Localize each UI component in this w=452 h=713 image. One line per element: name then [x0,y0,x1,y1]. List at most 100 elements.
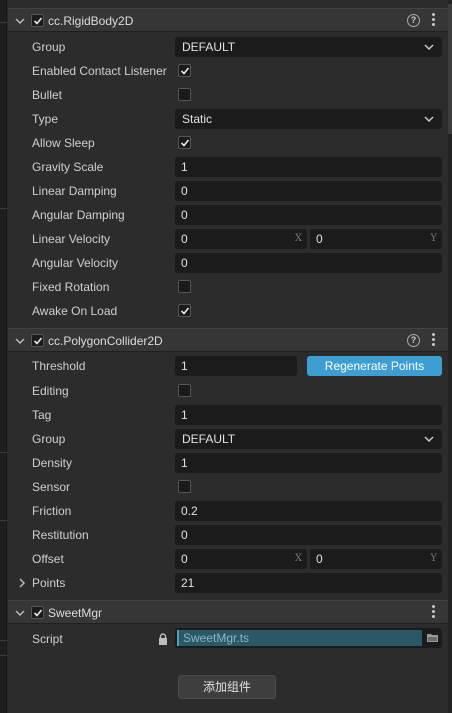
left-panel-edge [0,0,7,713]
vector-value: 0 [316,232,323,246]
row-angular-damping: Angular Damping 0 [8,203,448,227]
axis-label-x: X [294,553,302,564]
sensor-checkbox[interactable] [178,480,191,493]
group-select[interactable]: DEFAULT [175,429,442,449]
field-label: Linear Damping [32,184,117,198]
chevron-down-icon [424,436,434,443]
vector-value: 0 [316,552,323,566]
bullet-checkbox[interactable] [178,88,191,101]
angular-velocity-input[interactable]: 0 [175,253,442,273]
chevron-down-icon[interactable] [14,607,26,619]
field-label: Angular Damping [32,208,125,222]
points-count-input[interactable]: 21 [175,573,442,593]
field-label: Editing [32,384,69,398]
field-label: Gravity Scale [32,160,104,174]
chevron-down-icon [424,44,434,51]
row-density: Density 1 [8,451,448,475]
check-icon [33,337,43,345]
allow-sleep-checkbox[interactable] [178,136,191,149]
rigidbody-enabled-checkbox[interactable] [31,14,44,27]
field-label: Group [32,432,66,446]
check-icon [180,67,190,75]
sweetmgr-header[interactable]: SweetMgr [8,600,448,624]
check-icon [180,307,190,315]
script-asset-field[interactable]: SweetMgr.ts [175,628,442,648]
more-icon[interactable] [432,605,436,620]
linear-velocity-x-input[interactable]: 0X [175,229,307,249]
component-title: SweetMgr [48,606,103,620]
field-label: Group [32,40,66,54]
polygon-collider-header[interactable]: cc.PolygonCollider2D ? [8,328,448,352]
field-label: Friction [32,504,72,518]
row-offset: Offset 0X 0Y [8,547,448,571]
linear-damping-input[interactable]: 0 [175,181,442,201]
add-component-button[interactable]: 添加组件 [178,675,276,699]
scrollbar-thumb[interactable] [448,4,452,134]
field-label: Awake On Load [32,304,118,318]
field-label: Angular Velocity [32,256,119,270]
field-label: Script [32,632,63,646]
scrollbar[interactable] [448,0,452,713]
row-angular-velocity: Angular Velocity 0 [8,251,448,275]
field-label: Type [32,112,59,126]
more-icon[interactable] [432,13,436,28]
density-input[interactable]: 1 [175,453,442,473]
more-icon[interactable] [432,333,436,348]
inspector-panel: cc.RigidBody2D ? Group DEFAULT Enabled C… [8,0,448,713]
row-script: Script SweetMgr.ts [8,627,448,651]
row-group: Group DEFAULT [8,427,448,451]
row-friction: Friction 0.2 [8,499,448,523]
linear-velocity-y-input[interactable]: 0Y [310,229,442,249]
chevron-right-icon[interactable] [18,578,26,588]
row-bullet: Bullet [8,83,448,107]
editing-checkbox[interactable] [178,384,191,397]
folder-icon[interactable] [427,633,438,642]
row-linear-damping: Linear Damping 0 [8,179,448,203]
contact-listener-checkbox[interactable] [178,64,191,77]
threshold-input[interactable]: 1 [175,356,297,376]
axis-label-x: X [294,233,302,244]
field-label: Density [32,456,73,470]
polygon-enabled-checkbox[interactable] [31,334,44,347]
regenerate-points-button[interactable]: Regenerate Points [307,356,442,376]
row-contact-listener: Enabled Contact Listener [8,59,448,83]
field-label: Enabled Contact Listener [32,64,167,78]
chevron-down-icon[interactable] [14,15,26,27]
field-label: Restitution [32,528,89,542]
check-icon [33,609,43,617]
offset-y-input[interactable]: 0Y [310,549,442,569]
field-label: Bullet [32,88,63,102]
select-value: DEFAULT [182,40,236,54]
help-icon[interactable]: ? [407,334,420,347]
fixed-rotation-checkbox[interactable] [178,280,191,293]
row-points[interactable]: Points 21 [8,571,448,595]
field-label: Threshold [32,359,86,373]
friction-input[interactable]: 0.2 [175,501,442,521]
type-select[interactable]: Static [175,109,442,129]
row-linear-velocity: Linear Velocity 0X 0Y [8,227,448,251]
row-restitution: Restitution 0 [8,523,448,547]
field-label: Allow Sleep [32,136,95,150]
help-icon[interactable]: ? [407,14,420,27]
check-icon [33,17,43,25]
row-type: Type Static [8,107,448,131]
row-allow-sleep: Allow Sleep [8,131,448,155]
restitution-input[interactable]: 0 [175,525,442,545]
script-asset-name: SweetMgr.ts [177,630,422,646]
gravity-scale-input[interactable]: 1 [175,157,442,177]
angular-damping-input[interactable]: 0 [175,205,442,225]
check-icon [180,139,190,147]
row-tag: Tag 1 [8,403,448,427]
row-group: Group DEFAULT [8,35,448,59]
row-gravity-scale: Gravity Scale 1 [8,155,448,179]
awake-on-load-checkbox[interactable] [178,304,191,317]
rigidbody-header[interactable]: cc.RigidBody2D ? [8,8,448,32]
sweetmgr-enabled-checkbox[interactable] [31,606,44,619]
offset-x-input[interactable]: 0X [175,549,307,569]
group-select[interactable]: DEFAULT [175,37,442,57]
tag-input[interactable]: 1 [175,405,442,425]
row-threshold: Threshold 1 Regenerate Points [8,354,448,378]
component-title: cc.PolygonCollider2D [48,334,163,348]
field-label: Fixed Rotation [32,280,110,294]
chevron-down-icon[interactable] [14,335,26,347]
